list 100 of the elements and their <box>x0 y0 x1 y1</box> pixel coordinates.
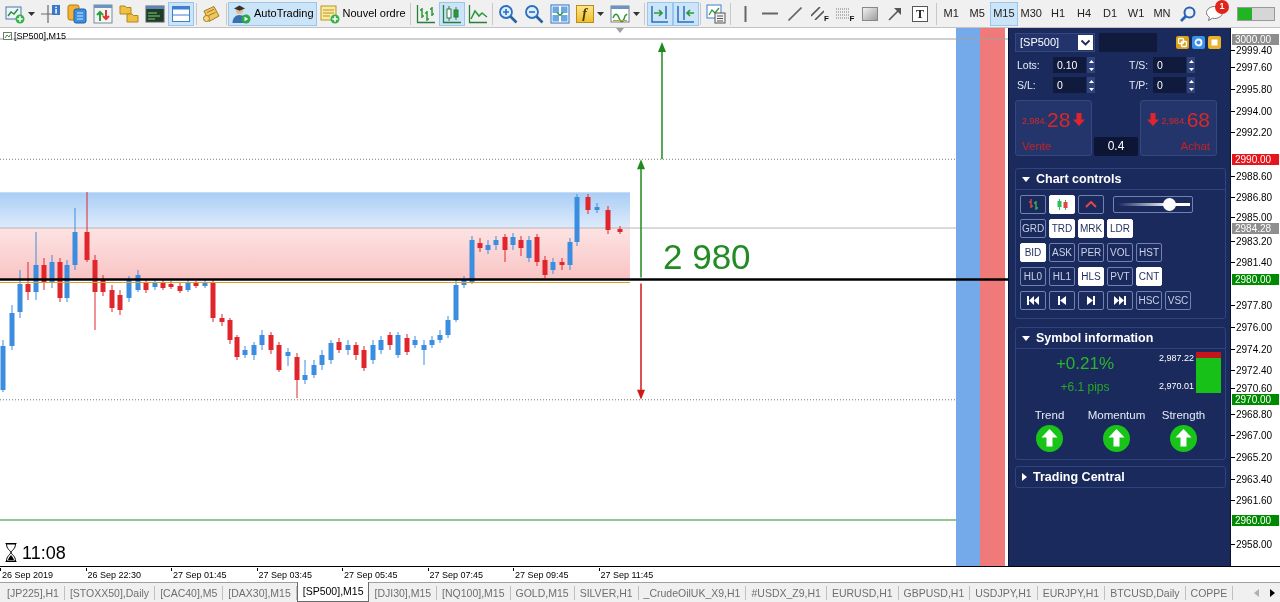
toggle-button[interactable]: ASK <box>1049 243 1075 262</box>
new-order-button[interactable]: Nouvel ordre <box>316 1 409 26</box>
price-label: 2968.80 <box>1231 408 1273 420</box>
chart-type-button[interactable] <box>1020 195 1046 214</box>
chart-tab[interactable]: [SP500],M15 <box>296 582 370 602</box>
toggle-button[interactable]: MRK <box>1078 219 1104 238</box>
toggle-button[interactable]: PVT <box>1107 267 1133 286</box>
price-tag: 3000.00 <box>1232 33 1279 45</box>
navigation-button[interactable] <box>1078 291 1104 310</box>
search-icon <box>1180 5 1196 22</box>
toggle-button[interactable]: HSC <box>1136 291 1162 310</box>
chart-tab[interactable]: BTCUSD,Daily <box>1105 586 1186 600</box>
toggle-button[interactable]: GRD <box>1020 219 1046 238</box>
price-label: 2988.60 <box>1231 170 1273 182</box>
chart-tab[interactable]: #USDX_Z9,H1 <box>746 586 827 600</box>
chart-tab[interactable]: [CAC40],M5 <box>155 586 224 600</box>
number-field[interactable]: 0 <box>1153 57 1186 73</box>
timeframe-button[interactable]: W1 <box>1123 1 1149 26</box>
coins-button[interactable] <box>64 1 90 26</box>
section-header[interactable]: Trading Central <box>1016 467 1225 487</box>
toggle-button[interactable]: LDR <box>1107 219 1133 238</box>
arrows-window-button[interactable] <box>90 1 116 26</box>
chart-tab[interactable]: _CrudeOilUK_X9,H1 <box>638 586 747 600</box>
timeframe-button[interactable]: M5 <box>964 1 991 26</box>
timeframe-button[interactable]: M30 <box>1017 1 1045 26</box>
field-label: S/L: <box>1016 78 1037 92</box>
toggle-button[interactable]: TRD <box>1049 219 1075 238</box>
toggle-button[interactable]: HLS <box>1078 267 1104 286</box>
navigation-button[interactable] <box>1107 291 1133 310</box>
indicator-label: Strength <box>1161 408 1206 422</box>
toggle-button[interactable]: PER <box>1078 243 1104 262</box>
settings-icon[interactable] <box>1192 36 1205 49</box>
function-button[interactable]: f <box>572 1 607 26</box>
toggle-button[interactable]: BID <box>1020 243 1046 262</box>
chart-tab[interactable]: USDJPY,H1 <box>970 586 1038 600</box>
window-icon[interactable] <box>1208 36 1221 49</box>
horizontal-line-icon <box>762 12 778 15</box>
caret-down-icon <box>1188 87 1194 91</box>
section-header[interactable]: Chart controls <box>1016 169 1225 190</box>
split-window-icon <box>171 3 191 24</box>
timeframe-button[interactable]: D1 <box>1097 1 1123 26</box>
channel-button[interactable]: F <box>807 1 833 26</box>
toggle-button[interactable]: HL1 <box>1049 267 1075 286</box>
text-button[interactable]: T <box>907 1 933 26</box>
timeframe-button[interactable]: M1 <box>938 1 965 26</box>
scroll-paper-icon <box>201 3 221 24</box>
price-label: 2970.60 <box>1231 383 1273 395</box>
scroll-end-icon <box>649 3 670 24</box>
chart-tab[interactable]: EURUSD,H1 <box>826 586 899 600</box>
step-forward-icon <box>1087 296 1095 305</box>
spinner-button[interactable] <box>1187 77 1195 93</box>
toggle-button[interactable]: HST <box>1136 243 1162 262</box>
chart-tab[interactable]: COPPE <box>1185 586 1234 600</box>
chart-tab[interactable]: EURJPY,H1 <box>1037 586 1106 600</box>
chart-type-button[interactable] <box>1078 195 1104 214</box>
price-label: 2977.80 <box>1231 300 1273 312</box>
split-window-button[interactable] <box>168 1 194 26</box>
symbol-dropdown[interactable]: [SP500] <box>1015 33 1095 52</box>
zoom-slider[interactable] <box>1113 196 1193 213</box>
number-field[interactable]: 0 <box>1153 77 1186 93</box>
toggle-button[interactable]: HL0 <box>1020 267 1046 286</box>
toggle-button[interactable]: VOL <box>1107 243 1133 262</box>
number-field[interactable]: 0.10 <box>1053 57 1086 73</box>
spinner-button[interactable] <box>1087 77 1095 93</box>
shift-axis-button[interactable] <box>672 1 699 26</box>
chart-tab[interactable]: GBPUSD,H1 <box>898 586 971 600</box>
section-header[interactable]: Symbol information <box>1016 328 1225 349</box>
navigation-button[interactable] <box>1020 291 1046 310</box>
chart-tab[interactable]: [DJI30],M15 <box>369 586 438 600</box>
number-field[interactable]: 0 <box>1053 77 1086 93</box>
input-field[interactable] <box>1099 33 1157 52</box>
scroll-end-button[interactable] <box>646 1 673 26</box>
price-label: 2963.40 <box>1231 473 1273 485</box>
slider-thumb[interactable] <box>1163 198 1177 211</box>
candlestick-button[interactable] <box>438 1 465 26</box>
notifications-button[interactable]: 1 <box>1201 1 1227 26</box>
autotrading-button[interactable]: AutoTrading <box>228 1 317 26</box>
chart-tab[interactable]: [NQ100],M15 <box>437 586 511 600</box>
timeframe-button[interactable]: H1 <box>1045 1 1071 26</box>
toggle-button[interactable]: VSC <box>1165 291 1191 310</box>
dotted-lines-icon <box>835 8 850 19</box>
chart-tab[interactable]: [JP225],H1 <box>2 586 65 600</box>
caret-down-icon <box>1188 67 1194 71</box>
dotted-lines-button[interactable]: F <box>832 1 858 26</box>
chart-tab[interactable]: SILVER,H1 <box>574 586 639 600</box>
price-label: 2995.80 <box>1231 84 1273 95</box>
price-tag: 2960.00 <box>1232 514 1279 526</box>
coins-icon <box>67 3 87 24</box>
timeframe-button[interactable]: H4 <box>1071 1 1097 26</box>
spinner-button[interactable] <box>1087 57 1095 73</box>
timeframe-button[interactable]: MN <box>1149 1 1175 26</box>
toggle-button[interactable]: CNT <box>1136 267 1162 286</box>
timeframe-button[interactable]: M15 <box>990 1 1018 26</box>
spinner-button[interactable] <box>1187 57 1195 73</box>
link-icon[interactable] <box>1176 36 1189 49</box>
chart-tab[interactable]: GOLD,M15 <box>510 586 575 600</box>
chart-tab[interactable]: [DAX30],M15 <box>223 586 297 600</box>
chart-tab[interactable]: [STOXX50],Daily <box>64 586 156 600</box>
navigation-button[interactable] <box>1049 291 1075 310</box>
trendline-icon <box>788 6 802 21</box>
